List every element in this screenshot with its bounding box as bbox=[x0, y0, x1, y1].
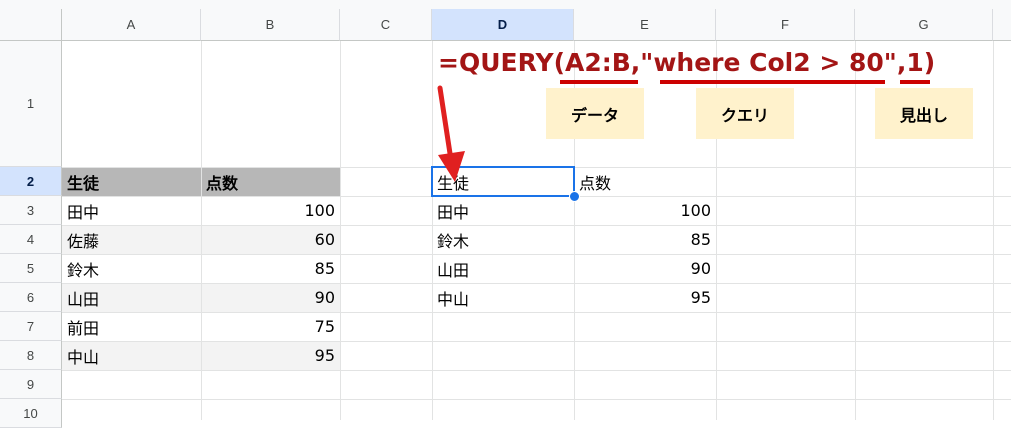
spreadsheet-grid: A B C D E F G 1 2 3 4 5 6 7 8 9 10 生徒 点数… bbox=[0, 0, 1011, 428]
pointer-arrow-icon bbox=[437, 85, 465, 182]
